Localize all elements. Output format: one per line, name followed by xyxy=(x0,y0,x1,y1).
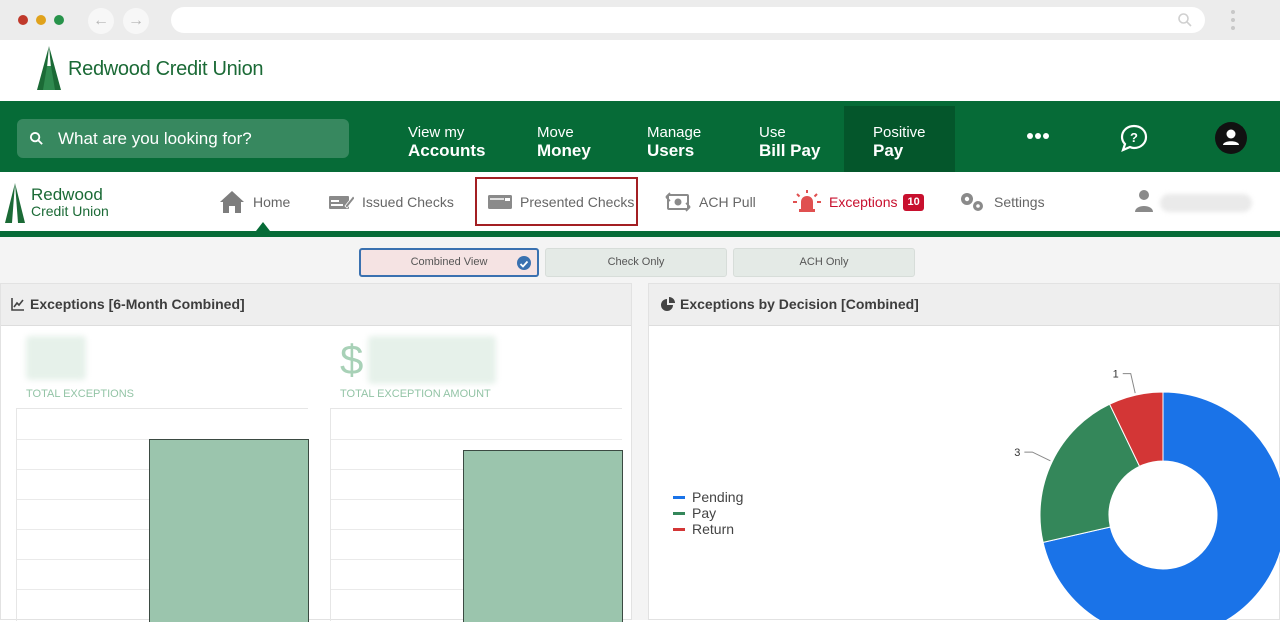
address-bar[interactable] xyxy=(171,7,1205,33)
ach-pull-icon xyxy=(665,192,691,212)
tab-issued-checks[interactable]: Issued Checks xyxy=(328,188,454,216)
redwood-tree-icon xyxy=(5,183,25,223)
tab-issued-checks-label: Issued Checks xyxy=(362,194,454,210)
profile-user-icon[interactable] xyxy=(1134,189,1154,213)
browser-forward-icon[interactable]: → xyxy=(123,8,149,34)
browser-menu-icon[interactable] xyxy=(1229,8,1237,34)
active-tab-indicator xyxy=(256,222,270,231)
window-close-dot[interactable] xyxy=(18,15,28,25)
chart-bar xyxy=(463,450,623,622)
ach-only-label: ACH Only xyxy=(799,256,849,268)
nav-label-line1: Move xyxy=(537,124,574,141)
home-icon xyxy=(220,191,244,213)
exceptions-count-chart xyxy=(16,408,309,622)
nav-move-money[interactable]: Move Money xyxy=(537,106,617,172)
combined-view-label: Combined View xyxy=(410,256,488,268)
pie-chart-icon xyxy=(661,297,675,311)
decision-donut-chart: 31 xyxy=(1014,369,1280,620)
nav-label-line2: Pay xyxy=(873,141,904,160)
slice-value-label: 1 xyxy=(1113,369,1119,381)
presented-checks-icon xyxy=(488,195,512,209)
url-search-icon xyxy=(1178,13,1192,27)
panel-title: Exceptions by Decision [Combined] xyxy=(680,296,919,312)
legend-item-pay[interactable]: Pay xyxy=(673,505,743,521)
nav-label-line1: Positive xyxy=(873,124,926,141)
slice-leader-line xyxy=(1024,451,1051,462)
nav-positive-pay[interactable]: Positive Pay xyxy=(844,106,955,172)
search-placeholder: What are you looking for? xyxy=(58,129,252,148)
nav-view-accounts[interactable]: View my Accounts xyxy=(408,106,508,172)
positive-pay-subnav xyxy=(0,172,1280,234)
legend-item-return[interactable]: Return xyxy=(673,521,743,537)
browser-back-icon[interactable]: ← xyxy=(88,8,114,34)
nav-label-line1: View my xyxy=(408,124,465,141)
tab-home-label: Home xyxy=(253,194,291,210)
alarm-bell-icon xyxy=(793,190,821,212)
check-only-label: Check Only xyxy=(607,256,665,268)
svg-text:?: ? xyxy=(1130,130,1138,145)
combined-view-button[interactable]: Combined View xyxy=(359,248,539,277)
legend-item-pending[interactable]: Pending xyxy=(673,489,743,505)
issued-checks-icon xyxy=(329,195,354,209)
total-exception-amount-label: TOTAL EXCEPTION AMOUNT xyxy=(340,388,491,400)
exceptions-count-badge: 10 xyxy=(903,193,924,211)
ach-only-button[interactable]: ACH Only xyxy=(733,248,915,277)
nav-label-line2: Bill Pay xyxy=(759,141,821,160)
nav-label-line2: Accounts xyxy=(408,141,486,160)
legend-label: Pending xyxy=(692,489,744,505)
tab-presented-checks-label: Presented Checks xyxy=(520,194,635,210)
more-horizontal-icon[interactable] xyxy=(1027,133,1051,143)
search-icon xyxy=(29,131,43,145)
legend-label: Return xyxy=(692,521,735,537)
tab-settings[interactable]: Settings xyxy=(958,188,1045,216)
panel-header: Exceptions [6-Month Combined] xyxy=(1,284,631,326)
panel-header: Exceptions by Decision [Combined] xyxy=(649,284,1279,326)
tab-home[interactable]: Home xyxy=(219,188,290,216)
chart-legend: Pending Pay Return xyxy=(673,489,743,537)
exceptions-amount-chart xyxy=(330,408,623,622)
redwood-tree-icon xyxy=(37,46,61,90)
redacted-total-exceptions xyxy=(26,336,86,380)
tab-exceptions[interactable]: Exceptions 10 xyxy=(793,188,924,216)
browser-toolbar: ← → xyxy=(0,0,1280,40)
tab-settings-label: Settings xyxy=(994,194,1045,210)
settings-gears-icon xyxy=(961,193,983,211)
slice-leader-line xyxy=(1122,373,1136,394)
nav-label-line1: Use xyxy=(759,124,786,141)
tab-ach-pull[interactable]: ACH Pull xyxy=(665,188,756,216)
subnav-logo-line2: Credit Union xyxy=(31,203,109,219)
nav-manage-users[interactable]: Manage Users xyxy=(647,106,727,172)
subnav-logo[interactable]: Redwood Credit Union xyxy=(3,183,113,225)
redacted-total-amount xyxy=(368,336,496,384)
nav-label-line1: Manage xyxy=(647,124,702,141)
legend-label: Pay xyxy=(692,505,717,521)
redacted-user-name xyxy=(1160,194,1252,212)
exceptions-6-month-panel: Exceptions [6-Month Combined] TOTAL EXCE… xyxy=(0,283,632,622)
subnav-logo-line1: Redwood xyxy=(31,185,103,204)
search-input[interactable]: What are you looking for? xyxy=(17,119,349,158)
check-only-button[interactable]: Check Only xyxy=(545,248,727,277)
brand-name: Redwood Credit Union xyxy=(68,58,264,80)
tab-ach-pull-label: ACH Pull xyxy=(699,194,756,210)
tab-exceptions-label: Exceptions xyxy=(829,194,898,210)
line-chart-icon xyxy=(11,298,24,311)
help-chat-icon[interactable]: ? xyxy=(1118,122,1150,154)
window-maximize-dot[interactable] xyxy=(54,15,64,25)
tab-presented-checks[interactable]: Presented Checks xyxy=(488,188,634,216)
amount-currency-symbol: $ xyxy=(340,336,364,383)
nav-label-line2: Money xyxy=(537,141,591,160)
window-minimize-dot[interactable] xyxy=(36,15,46,25)
user-account-icon[interactable] xyxy=(1215,122,1247,154)
nav-bill-pay[interactable]: Use Bill Pay xyxy=(759,106,839,172)
nav-label-line2: Users xyxy=(647,141,695,160)
panel-title: Exceptions [6-Month Combined] xyxy=(30,296,245,312)
checkmark-icon xyxy=(517,256,531,270)
slice-value-label: 3 xyxy=(1014,447,1020,459)
chart-bar xyxy=(149,439,309,622)
total-exceptions-label: TOTAL EXCEPTIONS xyxy=(26,388,134,400)
brand-logo[interactable]: Redwood Credit Union xyxy=(34,46,294,92)
